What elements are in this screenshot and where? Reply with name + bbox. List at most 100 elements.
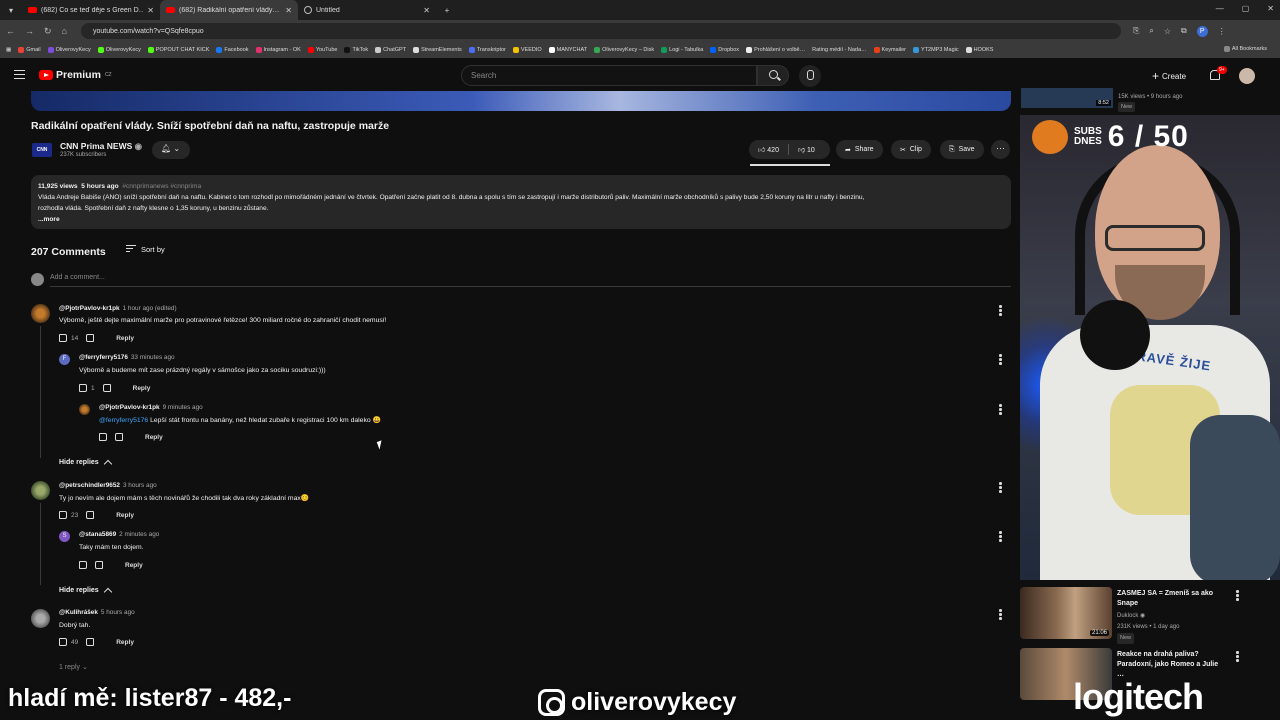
hide-replies-button[interactable]: Hide replies <box>59 458 112 469</box>
comment-author[interactable]: @PjotrPavlov-kr1pk 1 hour ago (edited) <box>59 305 177 312</box>
comment-menu-icon[interactable] <box>999 305 1002 316</box>
thumbs-down-icon[interactable] <box>86 511 95 519</box>
recommended-video-title[interactable]: ZASMEJ SA = Zmeníš sa ako Snape <box>1117 589 1227 609</box>
bookmark-item[interactable]: Gmail <box>18 47 41 53</box>
translate-icon[interactable]: ⎘ <box>1133 26 1139 36</box>
close-tab-icon[interactable]: ✕ <box>285 6 292 15</box>
reply-button[interactable]: Reply <box>133 385 151 392</box>
mention-link[interactable]: @ferryferry5176 <box>99 417 148 424</box>
comment-menu-icon[interactable] <box>999 404 1002 415</box>
profile-avatar[interactable]: P <box>1196 25 1208 37</box>
share-button[interactable]: ➦ Share <box>836 140 883 159</box>
bookmark-item[interactable]: StreamElements <box>413 47 462 53</box>
reload-icon[interactable]: ↻ <box>44 26 52 37</box>
commenter-avatar[interactable] <box>31 481 50 500</box>
reply-button[interactable]: Reply <box>145 434 163 441</box>
bookmark-item[interactable]: POPOUT CHAT KICK <box>147 47 209 53</box>
browser-menu-icon[interactable]: ⋮ <box>1218 27 1226 36</box>
browser-tab-3[interactable]: Untitled ✕ <box>298 0 436 20</box>
thumbs-down-icon[interactable] <box>102 384 111 392</box>
comment-menu-icon[interactable] <box>999 531 1002 542</box>
recommended-video-thumbnail[interactable]: 8:52 <box>1021 88 1113 108</box>
commenter-avatar[interactable] <box>79 404 90 415</box>
forward-icon[interactable]: → <box>25 26 34 37</box>
more-actions-icon[interactable]: ··· <box>991 140 1010 159</box>
bookmark-item[interactable]: MANYCHAT <box>548 47 587 53</box>
bookmark-item[interactable]: Instagram - OK <box>255 47 301 53</box>
bookmark-item[interactable]: Logi - Tabulka <box>661 47 703 53</box>
reply-button[interactable]: Reply <box>116 335 134 342</box>
thumbs-up-icon[interactable] <box>59 638 67 646</box>
reply-button[interactable]: Reply <box>116 512 134 519</box>
dislike-button[interactable]: 👎︎ 10 <box>798 145 815 154</box>
bookmark-item[interactable]: HOOKS <box>965 47 993 53</box>
create-button[interactable]: + Create <box>1152 69 1186 83</box>
commenter-avatar[interactable]: S <box>59 531 70 542</box>
clip-button[interactable]: ✂ Clip <box>891 140 931 159</box>
browser-tab-1[interactable]: (682) Co se teď děje s Green D… ✕ <box>22 0 160 20</box>
video-description[interactable]: 11,925 views 5 hours ago #cnnprimanews #… <box>31 175 1011 229</box>
thumbs-down-icon[interactable] <box>95 561 103 569</box>
comment-menu-icon[interactable] <box>999 609 1002 620</box>
hide-replies-button[interactable]: Hide replies <box>59 586 112 597</box>
hashtags[interactable]: #cnnprimanews #cnnprima <box>122 183 201 190</box>
commenter-avatar[interactable] <box>31 304 50 323</box>
minimize-icon[interactable]: — <box>1216 4 1224 13</box>
add-comment-input[interactable]: Add a comment... <box>50 274 105 281</box>
bookmark-item[interactable]: Keymailer <box>873 47 906 53</box>
bookmark-item[interactable]: OliverovyKecy – Disk <box>594 47 654 53</box>
sort-by-button[interactable]: Sort by <box>126 245 165 254</box>
search-icon[interactable] <box>757 65 789 86</box>
thumbs-up-icon[interactable] <box>59 334 67 342</box>
comment-author[interactable]: @PjotrPavlov-kr1pk 9 minutes ago <box>99 404 203 411</box>
microphone-icon[interactable] <box>799 65 821 87</box>
thumbs-down-icon[interactable] <box>115 433 123 441</box>
comment-author[interactable]: @Kulihrášek 5 hours ago <box>59 609 135 616</box>
subscription-bell-button[interactable]: 🔔︎ ⌄ <box>152 141 190 159</box>
extensions-icon[interactable]: ⧉ <box>1181 26 1187 36</box>
recommended-video-thumbnail[interactable]: 21:06 <box>1020 587 1112 639</box>
bookmark-item[interactable]: TikTok <box>344 47 368 53</box>
channel-name[interactable]: CNN Prima NEWS ◉ <box>60 141 142 152</box>
view-replies-button[interactable]: 1 reply ⌄ <box>59 663 88 671</box>
show-more-link[interactable]: ...more <box>38 214 1004 225</box>
commenter-avatar[interactable]: F <box>59 354 70 365</box>
thumbs-down-icon[interactable] <box>86 638 95 646</box>
youtube-premium-logo[interactable]: Premium CZ <box>39 69 112 81</box>
browser-tab-2[interactable]: (682) Radikální opatření vlády… ✕ <box>160 0 298 20</box>
url-field[interactable]: youtube.com/watch?v=QSqfe8cpuo <box>80 23 1121 39</box>
bookmark-item[interactable]: Rating médií - Nada… <box>812 47 866 53</box>
home-icon[interactable]: ⌂ <box>62 26 67 37</box>
bookmark-item[interactable]: Prohlášení o volbě… <box>746 47 805 53</box>
thumbs-up-icon[interactable] <box>79 561 87 569</box>
thumbs-up-icon[interactable] <box>99 433 107 441</box>
comment-menu-icon[interactable] <box>999 354 1002 365</box>
back-icon[interactable]: ← <box>6 26 15 37</box>
bookmark-item[interactable]: YT2MP3 Magic <box>913 47 959 53</box>
close-tab-icon[interactable]: ✕ <box>423 6 430 15</box>
hamburger-menu-icon[interactable] <box>14 70 25 82</box>
reply-button[interactable]: Reply <box>116 639 134 646</box>
save-button[interactable]: ⎘ Save <box>940 140 984 159</box>
apps-icon[interactable]: ▦ <box>6 47 11 53</box>
close-window-icon[interactable]: ✕ <box>1267 4 1274 13</box>
tab-search-icon[interactable]: ▾ <box>0 6 22 15</box>
channel-avatar[interactable]: CNN <box>32 143 52 157</box>
comment-author[interactable]: @petrschindler9652 3 hours ago <box>59 482 157 489</box>
new-tab-icon[interactable]: + <box>436 6 458 15</box>
commenter-avatar[interactable] <box>31 609 50 628</box>
maximize-icon[interactable]: ▢ <box>1242 4 1250 13</box>
search-input[interactable]: Search <box>461 65 757 86</box>
video-menu-icon[interactable] <box>1236 590 1239 601</box>
bookmark-item[interactable]: ChatGPT <box>375 47 406 53</box>
bookmark-item[interactable]: Dropbox <box>710 47 739 53</box>
bookmark-item[interactable]: VEEDIO <box>512 47 542 53</box>
video-player[interactable] <box>31 91 1011 111</box>
bookmark-item[interactable]: Transkriptor <box>468 47 506 53</box>
video-menu-icon[interactable] <box>1236 651 1239 662</box>
all-bookmarks[interactable]: All Bookmarks <box>1223 46 1267 52</box>
close-tab-icon[interactable]: ✕ <box>147 6 154 15</box>
comment-author[interactable]: @ferryferry5176 33 minutes ago <box>79 354 175 361</box>
comment-author[interactable]: @stana5869 2 minutes ago <box>79 531 159 538</box>
thumbs-up-icon[interactable] <box>59 511 67 519</box>
